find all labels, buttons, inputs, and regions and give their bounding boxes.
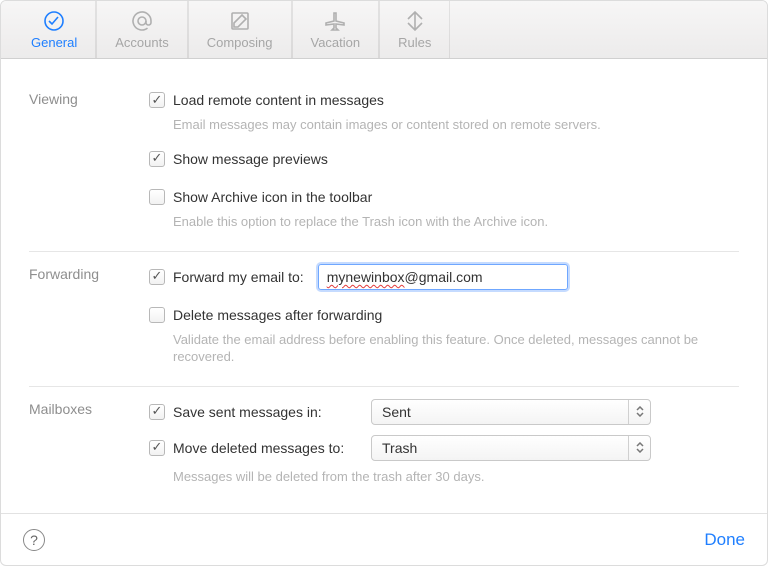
forward-email-value-rest: @gmail.com [405, 269, 483, 285]
tab-vacation-label: Vacation [311, 35, 361, 50]
tab-rules[interactable]: Rules [379, 1, 450, 58]
tab-rules-label: Rules [398, 35, 431, 50]
chevron-up-down-icon [628, 436, 650, 460]
label-forward: Forward my email to: [173, 269, 304, 285]
dropdown-trash-mailbox[interactable]: Trash [371, 435, 651, 461]
dropdown-trash-value: Trash [382, 440, 417, 456]
tab-accounts-label: Accounts [115, 35, 168, 50]
checkbox-show-previews[interactable] [149, 151, 165, 167]
section-mailboxes-title: Mailboxes [29, 399, 149, 488]
help-button[interactable]: ? [23, 529, 45, 551]
tab-accounts[interactable]: Accounts [96, 1, 187, 58]
hint-show-archive: Enable this option to replace the Trash … [173, 214, 739, 231]
label-load-remote: Load remote content in messages [173, 92, 384, 108]
hint-load-remote: Email messages may contain images or con… [173, 117, 739, 134]
forward-email-input[interactable]: mynewinbox@gmail.com [318, 264, 568, 290]
label-show-previews: Show message previews [173, 151, 328, 167]
label-save-sent: Save sent messages in: [173, 404, 363, 420]
section-mailboxes: Mailboxes Save sent messages in: Sent [29, 387, 739, 506]
label-show-archive: Show Archive icon in the toolbar [173, 189, 372, 205]
section-viewing-title: Viewing [29, 89, 149, 233]
preferences-window: General Accounts Composing Vacation Rule… [0, 0, 768, 566]
section-viewing: Viewing Load remote content in messages … [29, 77, 739, 252]
tab-composing[interactable]: Composing [188, 1, 292, 58]
checkbox-forward[interactable] [149, 269, 165, 285]
dropdown-sent-value: Sent [382, 404, 411, 420]
compose-icon [228, 9, 252, 33]
forward-email-value-word: mynewinbox [327, 269, 405, 285]
checkbox-save-sent[interactable] [149, 404, 165, 420]
arrows-icon [403, 9, 427, 33]
chevron-up-down-icon [628, 400, 650, 424]
toolbar: General Accounts Composing Vacation Rule… [1, 1, 767, 59]
airplane-icon [323, 9, 347, 33]
tab-vacation[interactable]: Vacation [292, 1, 380, 58]
done-button[interactable]: Done [704, 530, 745, 550]
at-sign-icon [130, 9, 154, 33]
tab-general[interactable]: General [13, 1, 96, 58]
section-forwarding: Forwarding Forward my email to: mynewinb… [29, 252, 739, 387]
tab-general-label: General [31, 35, 77, 50]
hint-delete-after: Validate the email address before enabli… [173, 332, 739, 366]
dropdown-sent-mailbox[interactable]: Sent [371, 399, 651, 425]
tab-composing-label: Composing [207, 35, 273, 50]
label-move-deleted: Move deleted messages to: [173, 440, 363, 456]
hint-trash: Messages will be deleted from the trash … [173, 469, 739, 486]
footer: ? Done [1, 513, 767, 565]
checkbox-load-remote[interactable] [149, 92, 165, 108]
checkmark-circle-icon [42, 9, 66, 33]
checkbox-move-deleted[interactable] [149, 440, 165, 456]
section-forwarding-title: Forwarding [29, 264, 149, 368]
label-delete-after: Delete messages after forwarding [173, 307, 382, 323]
content-pane: Viewing Load remote content in messages … [1, 59, 767, 513]
checkbox-show-archive[interactable] [149, 189, 165, 205]
checkbox-delete-after[interactable] [149, 307, 165, 323]
